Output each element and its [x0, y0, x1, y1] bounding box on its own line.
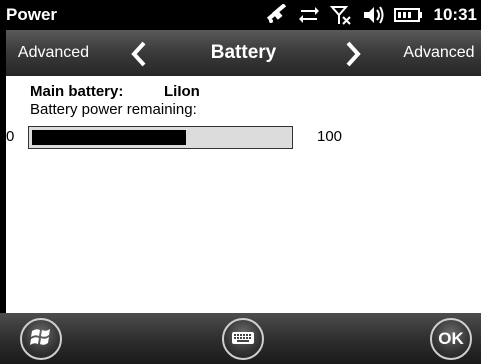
ok-button-label: OK: [438, 329, 464, 348]
status-icons: 10:31: [264, 0, 477, 30]
battery-icon[interactable]: [393, 7, 422, 23]
chevron-right-icon[interactable]: [344, 41, 362, 67]
start-button[interactable]: [20, 318, 62, 360]
battery-panel: Main battery: LiIon Battery power remain…: [6, 76, 481, 313]
data-transfer-icon[interactable]: [298, 5, 320, 25]
keyboard-button[interactable]: [222, 318, 264, 360]
app-title: Power: [6, 5, 58, 24]
windows-start-icon: [29, 325, 53, 353]
softkey-bar: OK: [0, 313, 481, 364]
gps-icon[interactable]: [264, 4, 288, 26]
keyboard-icon: [231, 330, 255, 349]
status-bar: Power 10:31: [0, 0, 481, 30]
volume-icon[interactable]: [362, 5, 384, 25]
nav-next-label[interactable]: Advanced: [399, 44, 479, 62]
nav-bar: Advanced Battery Advanced: [6, 30, 481, 76]
main-battery-label: Main battery:: [30, 83, 124, 100]
signal-off-icon[interactable]: [329, 4, 352, 26]
battery-remaining-label: Battery power remaining:: [30, 101, 197, 118]
clock[interactable]: 10:31: [434, 5, 477, 25]
range-min-label: 0: [6, 128, 15, 145]
battery-type-value: LiIon: [164, 83, 200, 100]
range-max-label: 100: [317, 128, 343, 145]
battery-progress-bar: [28, 126, 293, 149]
battery-progress-fill: [32, 130, 186, 145]
ok-button[interactable]: OK: [430, 318, 472, 360]
